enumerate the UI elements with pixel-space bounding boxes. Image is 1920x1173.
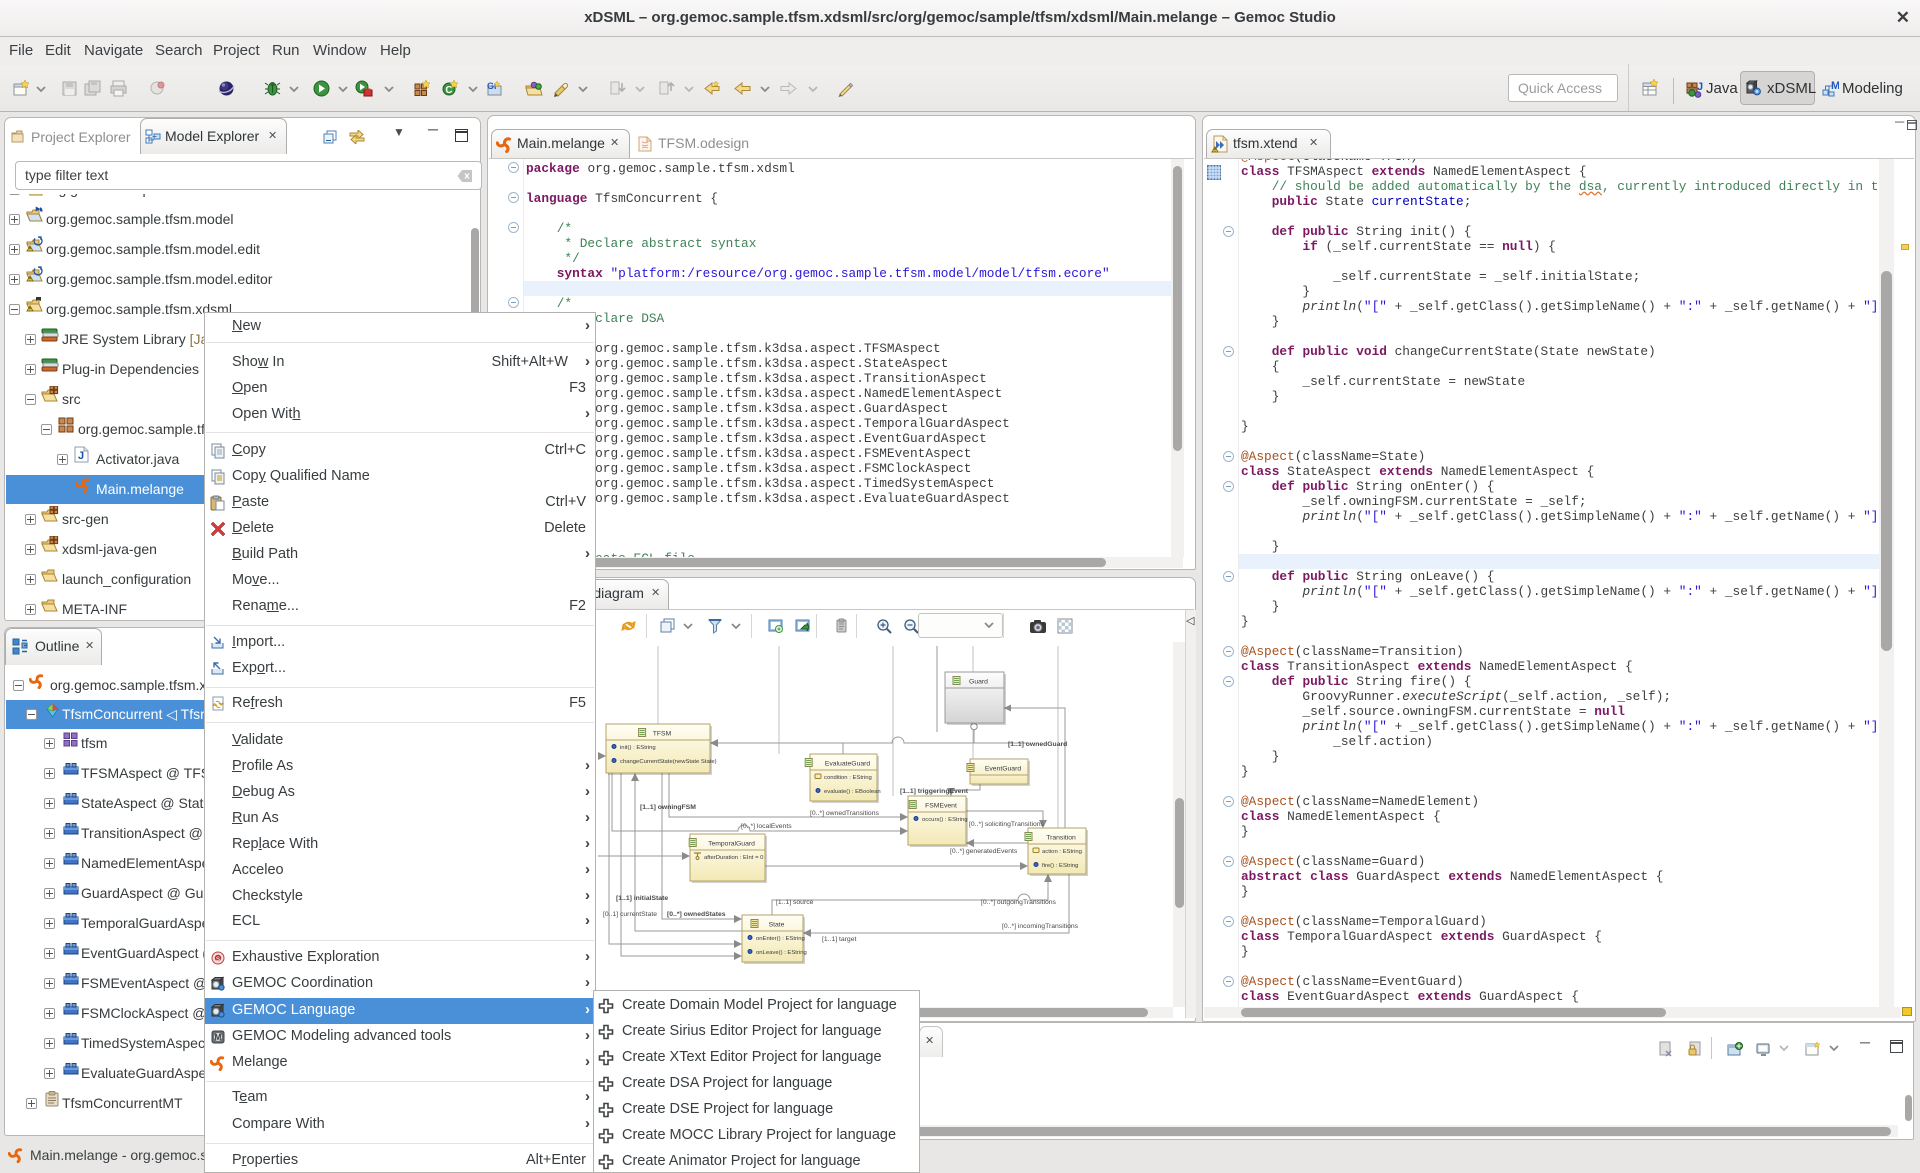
svg-text:M: M: [1831, 80, 1839, 92]
svg-text:afterDuration : EInt = 0: afterDuration : EInt = 0: [704, 855, 764, 861]
svg-text:J: J: [78, 450, 84, 462]
svg-text:[0..*] incomingTransitions: [0..*] incomingTransitions: [1002, 923, 1079, 930]
svg-text:EvaluateGuard: EvaluateGuard: [825, 761, 871, 768]
svg-text:init() : EString: init() : EString: [620, 745, 656, 751]
svg-text:[1..1] owningFSM: [1..1] owningFSM: [640, 804, 696, 811]
svg-text:[1..1] target: [1..1] target: [822, 936, 856, 943]
svg-text:[0..*] generatedEvents: [0..*] generatedEvents: [950, 848, 1018, 855]
svg-text:[0..1] currentState: [0..1] currentState: [603, 911, 657, 918]
svg-text:Guard: Guard: [969, 679, 988, 686]
svg-text:evaluate() : EBoolean: evaluate() : EBoolean: [824, 789, 881, 795]
svg-text:[1..1] triggeringEvent: [1..1] triggeringEvent: [900, 788, 969, 795]
svg-text:condition : EString: condition : EString: [824, 775, 872, 781]
svg-text:J: J: [1697, 81, 1703, 93]
svg-text:[0..*] ownedStates: [0..*] ownedStates: [667, 911, 726, 918]
svg-text:[1..1] source: [1..1] source: [776, 899, 814, 906]
svg-text:changeCurrentState(newState St: changeCurrentState(newState State): [620, 759, 717, 765]
svg-text:FSMEvent: FSMEvent: [925, 803, 957, 810]
svg-text:[0..*] solicitingTransitions: [0..*] solicitingTransitions: [969, 821, 1045, 828]
svg-text:action : EString: action : EString: [1042, 849, 1082, 855]
svg-text:onEnter() : EString: onEnter() : EString: [756, 936, 805, 942]
svg-text:M: M: [215, 1033, 222, 1042]
svg-text:[1..1] initialState: [1..1] initialState: [616, 895, 668, 902]
svg-text:[0..*] ownedTransitions: [0..*] ownedTransitions: [810, 810, 879, 817]
svg-text:Transition: Transition: [1046, 835, 1076, 842]
svg-text:[0..*] outgoingTransitions: [0..*] outgoingTransitions: [981, 899, 1057, 906]
svg-text:[1..1] ownedGuard: [1..1] ownedGuard: [1008, 741, 1067, 748]
svg-text:occurs() : EString: occurs() : EString: [922, 817, 968, 823]
svg-text:fire() : EString: fire() : EString: [1042, 863, 1078, 869]
svg-text:EventGuard: EventGuard: [985, 766, 1021, 773]
svg-text:TFSM: TFSM: [653, 731, 672, 738]
svg-text:TemporalGuard: TemporalGuard: [708, 841, 755, 848]
svg-text:[0..*] localEvents: [0..*] localEvents: [741, 823, 792, 830]
svg-text:onLeave() : EString: onLeave() : EString: [756, 950, 807, 956]
svg-text:State: State: [769, 922, 785, 929]
svg-text:s: s: [216, 954, 220, 963]
